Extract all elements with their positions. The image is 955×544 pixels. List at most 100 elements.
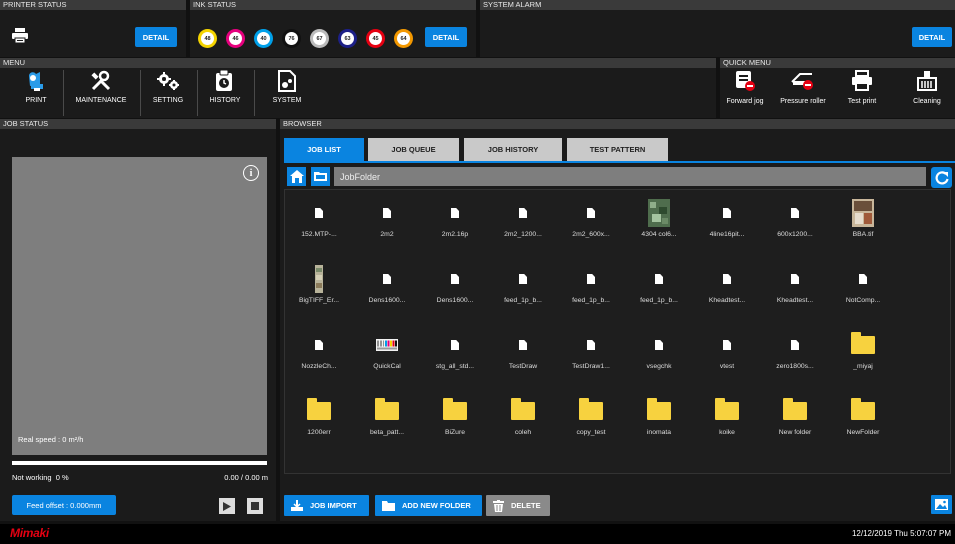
ink-level-label: 64	[397, 32, 410, 45]
file-item[interactable]: NozzleCh...	[285, 330, 353, 370]
file-item[interactable]: BBA.tif	[829, 198, 897, 238]
ink-level-2: 40	[254, 29, 273, 48]
image-thumbnail-icon	[648, 199, 670, 227]
file-item[interactable]: feed_1p_b...	[557, 264, 625, 304]
tab-test-pattern[interactable]: TEST PATTERN	[567, 138, 668, 161]
image-view-button[interactable]	[931, 495, 952, 514]
menu-divider	[140, 70, 141, 116]
folder-item[interactable]: inomata	[625, 396, 693, 436]
menu-history[interactable]: HISTORY	[203, 70, 247, 116]
menu-print[interactable]: PRINT	[16, 70, 56, 116]
file-item[interactable]: QuickCal	[353, 330, 421, 370]
file-item[interactable]: 4304 col6...	[625, 198, 693, 238]
real-speed-text: Real speed : 0 m²/h	[18, 435, 84, 444]
menu-system[interactable]: SYSTEM	[267, 70, 307, 116]
folder-icon	[511, 398, 535, 420]
file-item[interactable]: NotComp...	[829, 264, 897, 304]
folder-item[interactable]: _miyaj	[829, 330, 897, 370]
file-item[interactable]: Dens1600...	[353, 264, 421, 304]
stop-button[interactable]	[247, 498, 263, 514]
file-name: 2m2	[380, 231, 394, 238]
folder-icon	[443, 398, 467, 420]
tools-icon	[91, 70, 111, 91]
printer-detail-button[interactable]: DETAIL	[135, 27, 177, 47]
file-item[interactable]: vtest	[693, 330, 761, 370]
file-item[interactable]: 2m2_1200...	[489, 198, 557, 238]
refresh-button[interactable]	[931, 167, 952, 188]
folder-item[interactable]: BiZure	[421, 396, 489, 436]
file-icon-wrap	[307, 396, 331, 426]
folder-icon	[783, 398, 807, 420]
folder-item[interactable]: beta_patt...	[353, 396, 421, 436]
file-icon-wrap	[383, 198, 391, 228]
play-icon	[223, 501, 231, 511]
path-field[interactable]: JobFolder	[334, 167, 926, 186]
file-item[interactable]: BigTIFF_Er...	[285, 264, 353, 304]
progress-bar	[12, 461, 267, 465]
folder-item[interactable]: NewFolder	[829, 396, 897, 436]
job-state-text: Not working 0 %	[12, 473, 69, 482]
file-item[interactable]: feed_1p_b...	[489, 264, 557, 304]
file-item[interactable]: 152.MTP-...	[285, 198, 353, 238]
file-item[interactable]: Kheadtest...	[761, 264, 829, 304]
quick-cleaning[interactable]: Cleaning	[905, 70, 949, 116]
folder-item[interactable]: copy_test	[557, 396, 625, 436]
play-button[interactable]	[219, 498, 235, 514]
file-name: zero1800s...	[776, 363, 814, 370]
file-item[interactable]: 2m2.16p	[421, 198, 489, 238]
file-item[interactable]: TestDraw1...	[557, 330, 625, 370]
file-item[interactable]: 600x1200...	[761, 198, 829, 238]
folder-item[interactable]: coleh	[489, 396, 557, 436]
delete-button[interactable]: DELETE	[486, 495, 550, 516]
tab-job-history[interactable]: JOB HISTORY	[464, 138, 562, 161]
file-item[interactable]: feed_1p_b...	[625, 264, 693, 304]
folder-open-button[interactable]	[311, 167, 330, 186]
document-icon	[451, 208, 459, 218]
job-status-title: JOB STATUS	[0, 119, 276, 129]
tab-job-list[interactable]: JOB LIST	[284, 138, 364, 161]
file-item[interactable]: stg_all_std...	[421, 330, 489, 370]
file-item[interactable]: TestDraw	[489, 330, 557, 370]
file-icon-wrap	[859, 264, 867, 294]
ink-detail-button[interactable]: DETAIL	[425, 27, 467, 47]
alarm-detail-button[interactable]: DETAIL	[912, 27, 952, 47]
file-item[interactable]: zero1800s...	[761, 330, 829, 370]
file-icon-wrap	[308, 264, 330, 294]
info-icon[interactable]: i	[243, 165, 259, 181]
file-name: TestDraw1...	[572, 363, 610, 370]
document-icon	[451, 340, 459, 350]
file-item[interactable]: vsegchk	[625, 330, 693, 370]
home-icon	[289, 170, 304, 183]
ink-level-0: 48	[198, 29, 217, 48]
file-item[interactable]: 2m2_600x...	[557, 198, 625, 238]
menu-history-label: HISTORY	[209, 97, 241, 104]
file-item[interactable]: Kheadtest...	[693, 264, 761, 304]
quick-forward-jog[interactable]: Forward jog	[722, 70, 768, 116]
tab-job-queue[interactable]: JOB QUEUE	[368, 138, 459, 161]
menu-setting[interactable]: SETTING	[146, 70, 190, 116]
folder-item[interactable]: koike	[693, 396, 761, 436]
folder-item[interactable]: New folder	[761, 396, 829, 436]
job-import-button[interactable]: JOB IMPORT	[284, 495, 369, 516]
menu-maintenance[interactable]: MAINTENANCE	[70, 70, 132, 116]
file-name: 4304 col6...	[641, 231, 677, 238]
document-icon	[859, 274, 867, 284]
file-name: 2m2_600x...	[572, 231, 610, 238]
printer-status-title: PRINTER STATUS	[0, 0, 186, 10]
ink-level-label: 63	[341, 32, 354, 45]
file-item[interactable]: 2m2	[353, 198, 421, 238]
trash-icon	[493, 499, 504, 512]
document-icon	[723, 208, 731, 218]
feed-offset-button[interactable]: Feed offset : 0.000mm	[12, 495, 116, 515]
file-icon-wrap	[519, 198, 527, 228]
menu-title: MENU	[0, 58, 716, 68]
file-item[interactable]: 4line16pit...	[693, 198, 761, 238]
add-new-folder-button[interactable]: ADD NEW FOLDER	[375, 495, 482, 516]
file-item[interactable]: Dens1600...	[421, 264, 489, 304]
file-icon-wrap	[511, 396, 535, 426]
home-button[interactable]	[287, 167, 306, 186]
quick-pressure-roller[interactable]: Pressure roller	[780, 70, 826, 116]
folder-item[interactable]: 1200err	[285, 396, 353, 436]
quick-test-print[interactable]: Test print	[840, 70, 884, 116]
document-icon	[655, 340, 663, 350]
